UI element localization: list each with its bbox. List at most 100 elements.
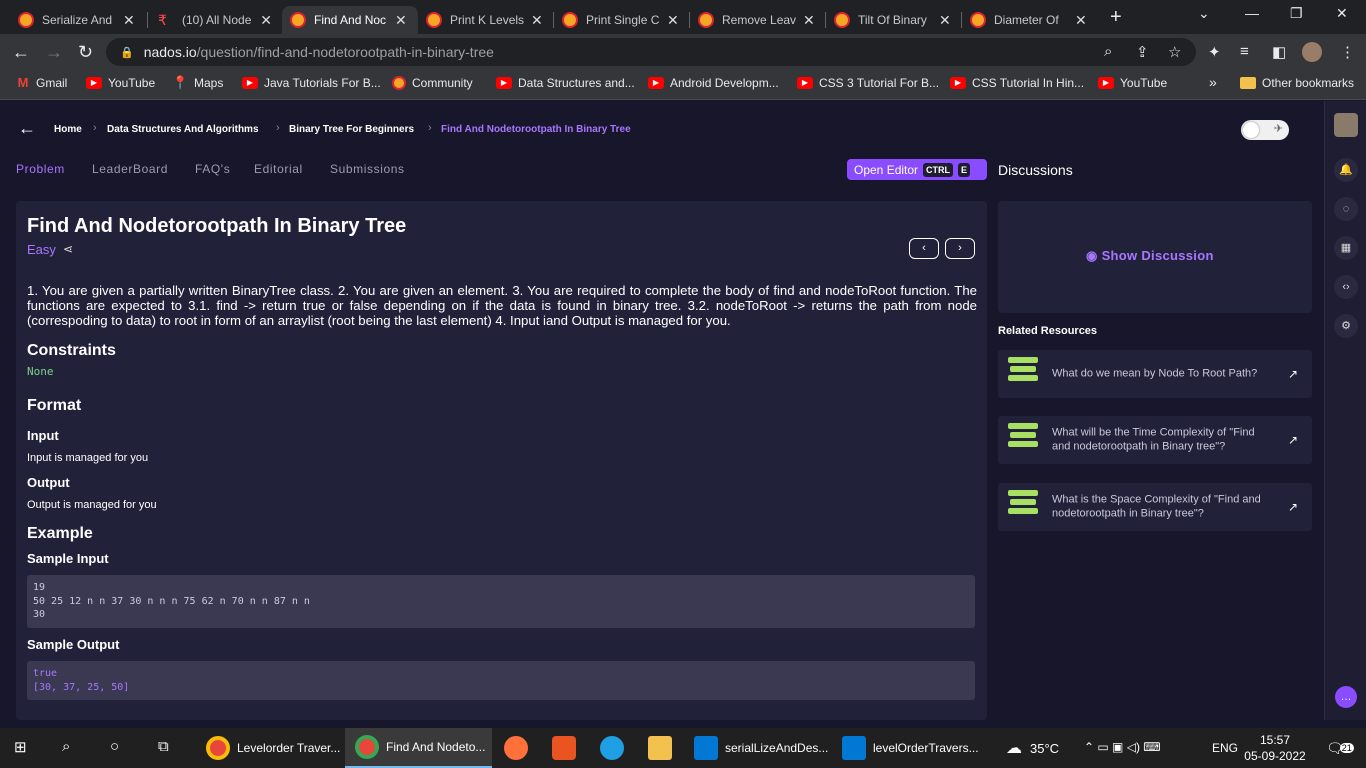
close-icon[interactable]: ✕ [531,12,543,29]
tab-submissions[interactable]: Submissions [330,162,405,176]
close-icon[interactable]: ✕ [1075,12,1087,29]
forward-arrow-icon[interactable]: → [45,42,63,63]
taskbar-app-label: Levelorder Traver... [237,741,341,755]
sample-input-line: 19 [33,582,46,593]
eye-icon: ◉ [1086,248,1102,263]
sample-input-block: 19 50 25 12 n n 37 30 n n n 75 62 n 70 n… [27,575,975,628]
other-bookmarks[interactable]: Other bookmarks [1240,76,1354,90]
bookmark-css-hindi[interactable]: ▶ CSS Tutorial In Hin... [950,76,1084,90]
bell-icon[interactable]: 🔔 [1334,158,1358,182]
taskbar-vscode-1[interactable]: serialLizeAndDes... [694,728,830,768]
output-heading: Output [27,475,70,490]
chat-support-icon[interactable]: … [1335,686,1357,708]
menu-dots-icon[interactable]: ⋮ [1340,43,1355,61]
taskbar-chrome-1[interactable]: Levelorder Traver... [196,728,344,768]
reload-icon[interactable]: ↻ [78,42,93,63]
related-resource-item[interactable]: What is the Space Complexity of "Find an… [998,483,1312,531]
browser-tab[interactable]: Serialize And ✕ [10,6,145,34]
bookmark-star-icon[interactable]: ☆ [1168,43,1181,61]
bookmark-android[interactable]: ▶ Android Developm... [648,76,779,90]
tab-leaderboard[interactable]: LeaderBoard [92,162,168,176]
youtube-icon: ▶ [496,77,512,89]
taskbar-chrome-2[interactable]: Find And Nodeto... [345,728,492,768]
close-icon[interactable]: ✕ [123,12,135,29]
restore-icon[interactable]: ❐ [1290,5,1303,22]
cortana-icon[interactable]: ○ [110,738,119,755]
sample-output-block: true [30, 37, 25, 50] [27,661,975,700]
related-resource-text: What do we mean by Node To Root Path? [1052,367,1258,380]
bookmark-css3[interactable]: ▶ CSS 3 Tutorial For B... [797,76,939,90]
close-icon[interactable]: ✕ [260,12,272,29]
browser-tab[interactable]: Print Single C ✕ [554,6,688,34]
notification-center[interactable]: 🗨 21 [1326,728,1354,768]
back-arrow-icon[interactable]: ← [18,118,36,139]
browser-tab[interactable]: Remove Leav ✕ [690,6,824,34]
close-icon[interactable]: ✕ [803,12,815,29]
next-problem-button[interactable]: › [945,238,975,259]
close-icon[interactable]: ✕ [395,12,407,29]
bookmark-maps[interactable]: 📍 Maps [172,76,223,90]
taskbar-explorer[interactable] [648,728,679,768]
search-icon[interactable]: ⌕ [62,738,70,755]
close-icon[interactable]: ✕ [667,12,679,29]
chrome-icon [206,736,230,760]
zoom-search-icon[interactable]: ⌕ [1104,43,1112,60]
bookmark-dsa[interactable]: ▶ Data Structures and... [496,76,635,90]
browser-tab[interactable]: ₹ (10) All Node ✕ [150,6,280,34]
browser-tab-active[interactable]: Find And Noc ✕ [282,6,418,34]
taskbar-app[interactable] [552,728,583,768]
system-clock[interactable]: 15:57 05-09-2022 [1240,732,1310,764]
side-panel-icon[interactable]: ◧ [1272,43,1286,61]
calendar-icon[interactable]: ▦ [1334,236,1358,260]
chat-bubble-icon[interactable]: ◌ [1334,197,1358,221]
open-editor-button[interactable]: Open Editor CTRL E [847,159,987,180]
back-arrow-icon[interactable]: ← [12,42,30,63]
related-resource-item[interactable]: What will be the Time Complexity of "Fin… [998,416,1312,464]
bookmark-java[interactable]: ▶ Java Tutorials For B... [242,76,381,90]
new-tab-icon[interactable]: + [1110,6,1122,29]
browser-tab[interactable]: Print K Levels ✕ [418,6,552,34]
task-view-icon[interactable]: ⧉ [158,738,169,755]
extensions-icon[interactable]: ✦ [1208,43,1221,61]
browser-tab[interactable]: Diameter Of ✕ [962,6,1096,34]
breadcrumb-home[interactable]: Home [54,124,82,135]
code-icon[interactable]: ‹› [1334,275,1358,299]
prev-problem-button[interactable]: ‹ [909,238,939,259]
bookmark-gmail[interactable]: M Gmail [16,76,68,90]
settings-icon[interactable]: ⚙ [1334,314,1358,338]
taskbar-firefox[interactable] [504,728,535,768]
taskbar-edge[interactable] [600,728,631,768]
share-icon[interactable]: ⋖ [63,242,73,256]
tab-editorial[interactable]: Editorial [254,162,303,176]
url-bar[interactable]: 🔒 nados.io /question/find-and-nodetoroot… [106,38,1196,66]
related-resource-item[interactable]: What do we mean by Node To Root Path? ↗ [998,350,1312,398]
tab-search-icon[interactable]: ⌄ [1198,5,1210,22]
browser-tab[interactable]: Tilt Of Binary ✕ [826,6,960,34]
related-resources-heading: Related Resources [998,325,1098,337]
tab-problem[interactable]: Problem [16,162,65,176]
share-icon[interactable]: ⇪ [1136,43,1149,61]
breadcrumb-binary-tree[interactable]: Binary Tree For Beginners [289,124,414,135]
bookmark-youtube[interactable]: ▶ YouTube [86,76,155,90]
breadcrumb-dsa[interactable]: Data Structures And Algorithms [107,124,259,135]
window-close-icon[interactable]: ✕ [1336,5,1348,22]
language-indicator[interactable]: ENG [1212,728,1238,768]
bookmark-label: Community [412,76,473,90]
minimize-icon[interactable]: — [1245,5,1259,21]
tray-icons[interactable]: ⌃ ▭ ▣ ◁) ⌨ [1084,740,1161,754]
user-avatar[interactable] [1334,113,1358,137]
chevron-right-icon: › [93,122,97,134]
close-icon[interactable]: ✕ [939,12,951,29]
bookmarks-overflow[interactable]: » [1209,74,1217,90]
theme-toggle[interactable]: ✈ [1241,120,1289,140]
show-discussion-button[interactable]: ◉ Show Discussion [1086,248,1214,264]
windows-start-icon[interactable]: ⊞ [14,738,27,756]
chevron-right-icon: › [958,242,962,254]
media-icon[interactable]: ≡ [1240,43,1249,60]
profile-avatar[interactable] [1302,42,1322,62]
weather-widget[interactable]: ☁ 35°C [1006,728,1059,768]
bookmark-community[interactable]: Community [392,76,473,90]
tab-faqs[interactable]: FAQ's [195,162,230,176]
bookmark-youtube-2[interactable]: ▶ YouTube [1098,76,1167,90]
taskbar-vscode-2[interactable]: levelOrderTravers... [842,728,979,768]
